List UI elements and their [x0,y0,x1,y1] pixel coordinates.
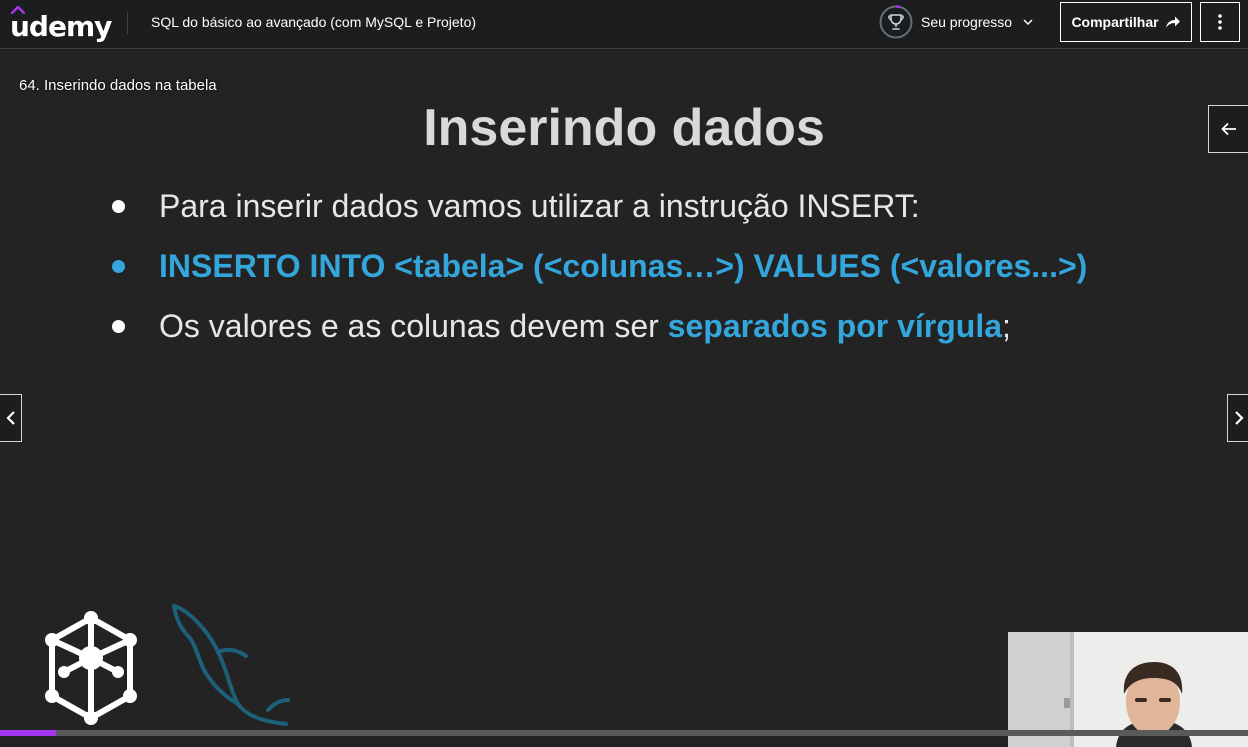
chevron-left-icon [5,411,15,425]
lecture-title: 64. Inserindo dados na tabela [19,77,217,94]
top-header: udemy SQL do básico ao avançado (com MyS… [0,0,1248,49]
header-divider [127,12,128,34]
playback-progress-fill [0,730,57,736]
chevron-right-icon [1234,411,1244,425]
course-title[interactable]: SQL do básico ao avançado (com MySQL e P… [151,14,476,30]
playback-progress-bar[interactable] [0,730,1248,736]
bullet-dot [112,260,125,273]
share-button-label: Compartilhar [1071,14,1159,30]
logo-cap-icon [11,6,25,14]
udemy-logo[interactable]: udemy [10,4,112,44]
network-cube-logo-icon [45,611,137,725]
progress-label: Seu progresso [921,14,1013,30]
share-arrow-icon [1165,16,1180,28]
slide-bullet: Para inserir dados vamos utilizar a inst… [110,186,1087,246]
mysql-dolphin-icon [172,604,290,726]
more-options-button[interactable] [1200,2,1240,42]
logo-text: udemy [10,10,112,43]
bullet-dot [112,200,125,213]
next-lecture-button[interactable] [1227,394,1248,442]
arrow-left-icon [1220,122,1236,136]
bullet-highlight: separados por vírgula [667,308,1002,344]
slide-heading: Inserindo dados [423,99,825,157]
bullet-code-text: INSERTO INTO <tabela> (<colunas…>) VALUE… [159,248,1088,284]
slide-bullet-code: INSERTO INTO <tabela> (<colunas…>) VALUE… [110,246,1087,306]
trophy-icon [879,5,913,39]
bullet-text: Para inserir dados vamos utilizar a inst… [159,188,920,224]
bullet-text-part1: Os valores e as colunas devem ser [159,308,668,344]
progress-dropdown[interactable]: Seu progresso [879,5,1034,39]
more-vertical-icon [1218,14,1222,30]
slide-bullet: Os valores e as colunas devem ser separa… [110,306,1087,366]
share-button[interactable]: Compartilhar [1060,2,1192,42]
bullet-text-part2: ; [1002,308,1011,344]
bullet-dot [112,320,125,333]
video-player[interactable]: 64. Inserindo dados na tabela Inserindo … [0,50,1248,747]
sidebar-toggle-button[interactable] [1208,105,1248,153]
previous-lecture-button[interactable] [0,394,22,442]
chevron-down-icon [1023,19,1033,26]
slide-bullets: Para inserir dados vamos utilizar a inst… [110,186,1087,366]
